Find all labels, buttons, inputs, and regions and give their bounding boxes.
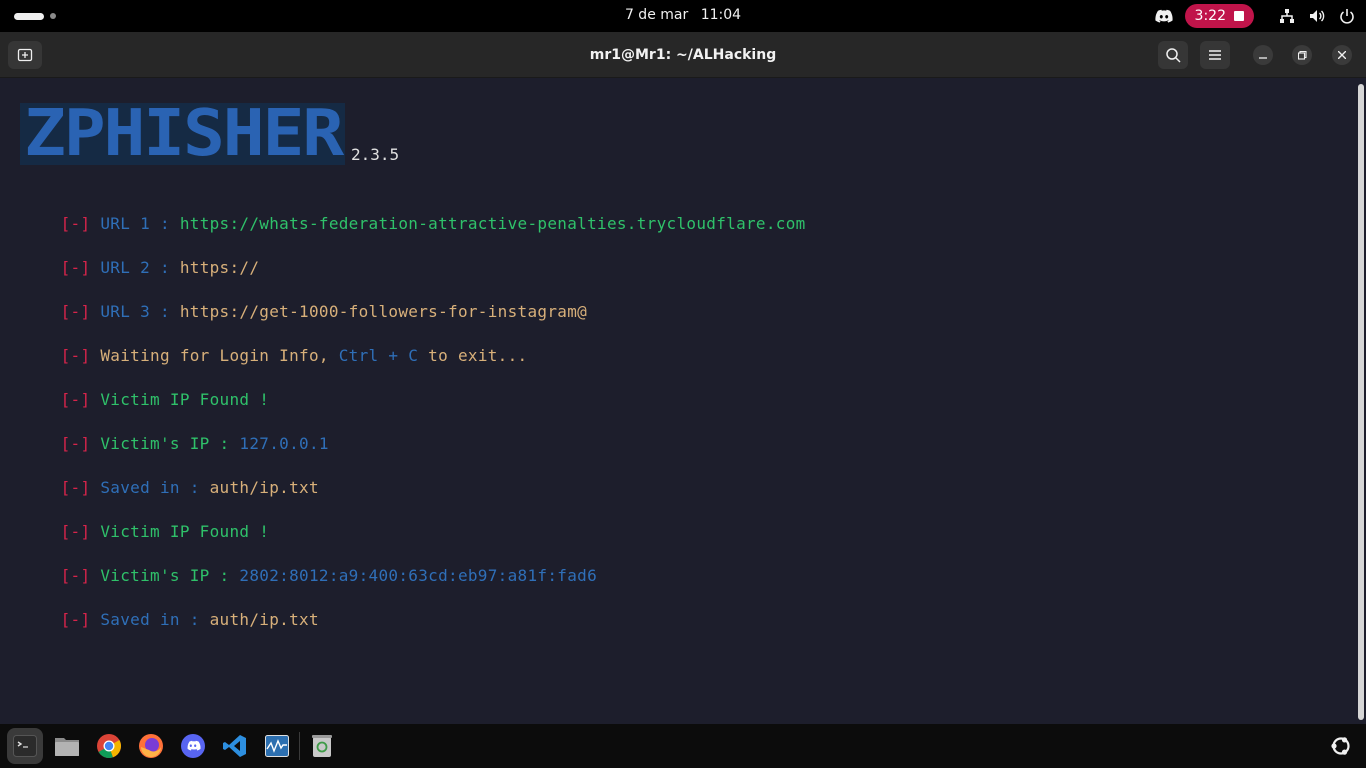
dock-discord[interactable] — [175, 728, 211, 764]
maximize-icon — [1297, 50, 1307, 60]
system-monitor-icon — [265, 735, 289, 757]
dock-system-monitor[interactable] — [259, 728, 295, 764]
menu-button[interactable] — [1200, 41, 1230, 69]
clock[interactable]: 7 de mar 11:04 — [583, 0, 783, 32]
terminal-line-saved-1: [-] Saved in : auth/ip.txt — [1, 455, 319, 497]
bracket-prefix: [-] — [60, 258, 91, 277]
terminal-line-victim-found-2: [-] Victim IP Found ! — [1, 499, 269, 541]
saved-2-label: Saved in : — [100, 610, 210, 629]
clock-date: 7 de mar — [624, 7, 689, 23]
bracket-prefix: [-] — [60, 390, 91, 409]
terminal-output[interactable]: ZPHISHER 2.3.5 [-] URL 1 : https://whats… — [0, 79, 1356, 724]
maximize-button[interactable] — [1292, 45, 1312, 65]
terminal-scrollbar[interactable] — [1358, 84, 1364, 720]
dock-show-apps[interactable] — [1323, 728, 1359, 764]
terminal-line-victim-ip-2: [-] Victim's IP : 2802:8012:a9:400:63cd:… — [1, 543, 597, 585]
ctrl-c-hint: Ctrl + C — [338, 346, 419, 365]
terminal-icon — [13, 735, 37, 757]
activities-indicator[interactable] — [14, 10, 62, 22]
bracket-prefix: [-] — [60, 346, 91, 365]
waiting-label: Waiting for Login Info, — [100, 346, 339, 365]
network-icon[interactable] — [1278, 7, 1296, 25]
clock-time: 11:04 — [700, 7, 742, 23]
dock-vscode[interactable] — [217, 728, 253, 764]
terminal-line-url-2: [-] URL 2 : https:// — [1, 235, 259, 277]
terminal-line-victim-ip-1: [-] Victim's IP : 127.0.0.1 — [1, 411, 329, 453]
menu-icon — [1209, 50, 1221, 60]
dock — [0, 724, 1366, 768]
power-icon[interactable] — [1338, 7, 1356, 25]
url-2-value: https:// — [179, 258, 260, 277]
search-button[interactable] — [1158, 41, 1188, 69]
url-1-value: https://whats-federation-attractive-pena… — [179, 214, 806, 233]
victim-ip-2-label: Victim's IP : — [100, 566, 240, 585]
recording-time: 3:22 — [1194, 8, 1226, 24]
new-tab-button[interactable] — [8, 41, 42, 69]
search-icon — [1166, 48, 1181, 63]
dock-files[interactable] — [49, 728, 85, 764]
url-3-value: https://get-1000-followers-for-instagram… — [179, 302, 588, 321]
chrome-icon — [97, 734, 121, 758]
victim-found-1: Victim IP Found ! — [100, 390, 270, 409]
firefox-icon — [139, 734, 163, 758]
bracket-prefix: [-] — [60, 522, 91, 541]
zphisher-logo: ZPHISHER — [20, 97, 347, 167]
zphisher-banner: ZPHISHER 2.3.5 — [20, 97, 420, 167]
dock-chrome[interactable] — [91, 728, 127, 764]
discord-tray-icon[interactable] — [1154, 7, 1173, 25]
bracket-prefix: [-] — [60, 610, 91, 629]
trash-icon — [312, 735, 332, 757]
terminal-line-victim-found-1: [-] Victim IP Found ! — [1, 367, 269, 409]
zphisher-logo-text: ZPHISHER — [24, 97, 345, 167]
top-bar: 7 de mar 11:04 3:22 — [0, 0, 1366, 32]
close-icon — [1338, 51, 1346, 59]
url-1-label: URL 1 : — [100, 214, 180, 233]
terminal-line-url-1: [-] URL 1 : https://whats-federation-att… — [1, 191, 806, 233]
terminal-window: mr1@Mr1: ~/ALHacking ZPHISHER 2.3.5 [-] … — [0, 32, 1366, 724]
screen-recording-indicator[interactable]: 3:22 — [1184, 4, 1254, 28]
recording-stop-icon — [1234, 11, 1244, 21]
volume-icon[interactable] — [1308, 7, 1326, 25]
terminal-line-waiting: [-] Waiting for Login Info, Ctrl + C to … — [1, 323, 528, 365]
minimize-icon — [1259, 57, 1267, 59]
saved-1-value: auth/ip.txt — [209, 478, 319, 497]
window-title: mr1@Mr1: ~/ALHacking — [589, 47, 777, 63]
victim-ip-1-value: 127.0.0.1 — [239, 434, 329, 453]
victim-ip-2-value: 2802:8012:a9:400:63cd:eb97:a81f:fad6 — [239, 566, 598, 585]
system-tray: 3:22 — [1154, 4, 1356, 28]
close-button[interactable] — [1332, 45, 1352, 65]
new-tab-icon — [17, 48, 33, 62]
terminal-line-saved-2: [-] Saved in : auth/ip.txt — [1, 587, 319, 629]
url-2-label: URL 2 : — [100, 258, 180, 277]
victim-ip-1-label: Victim's IP : — [100, 434, 240, 453]
banner-version: 2.3.5 — [351, 145, 400, 164]
dock-terminal[interactable] — [7, 728, 43, 764]
files-icon — [55, 738, 79, 756]
ubuntu-apps-icon — [1331, 737, 1350, 755]
vscode-icon — [223, 735, 246, 757]
bracket-prefix: [-] — [60, 434, 91, 453]
terminal-line-url-3: [-] URL 3 : https://get-1000-followers-f… — [1, 279, 587, 321]
victim-found-2: Victim IP Found ! — [100, 522, 270, 541]
saved-2-value: auth/ip.txt — [209, 610, 319, 629]
window-headerbar[interactable]: mr1@Mr1: ~/ALHacking — [0, 32, 1366, 78]
minimize-button[interactable] — [1253, 45, 1273, 65]
workspace-pill — [14, 12, 44, 20]
workspace-dot — [50, 13, 56, 19]
url-3-label: URL 3 : — [100, 302, 180, 321]
waiting-tail: to exit... — [418, 346, 528, 365]
bracket-prefix: [-] — [60, 478, 91, 497]
dock-trash[interactable] — [304, 728, 340, 764]
dock-firefox[interactable] — [133, 728, 169, 764]
bracket-prefix: [-] — [60, 566, 91, 585]
bracket-prefix: [-] — [60, 214, 91, 233]
saved-1-label: Saved in : — [100, 478, 210, 497]
discord-icon — [181, 734, 205, 758]
dock-separator — [299, 732, 300, 760]
bracket-prefix: [-] — [60, 302, 91, 321]
